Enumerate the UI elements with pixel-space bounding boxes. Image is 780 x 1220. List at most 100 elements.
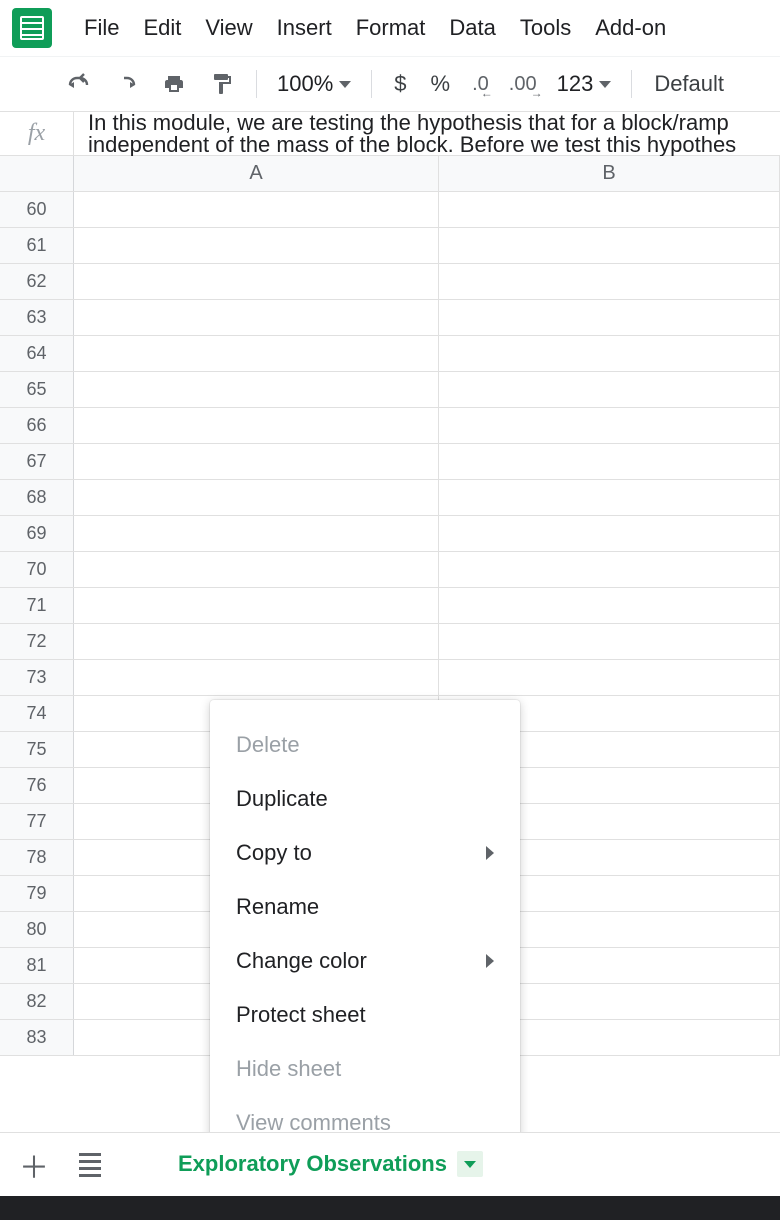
context-menu-item-change-color[interactable]: Change color <box>210 934 520 988</box>
row-header[interactable]: 60 <box>0 192 74 227</box>
cell[interactable] <box>74 660 439 695</box>
row-header[interactable]: 75 <box>0 732 74 767</box>
cell[interactable] <box>439 660 780 695</box>
menu-format[interactable]: Format <box>344 7 438 49</box>
row-header[interactable]: 69 <box>0 516 74 551</box>
toolbar-separator <box>371 70 372 98</box>
cell[interactable] <box>74 336 439 371</box>
row-header[interactable]: 70 <box>0 552 74 587</box>
context-menu-item-rename[interactable]: Rename <box>210 880 520 934</box>
context-menu-item-duplicate[interactable]: Duplicate <box>210 772 520 826</box>
row-header[interactable]: 68 <box>0 480 74 515</box>
decrease-decimal-button[interactable]: .0 ← <box>464 62 497 106</box>
select-all-corner[interactable] <box>0 156 74 191</box>
context-menu-item-view-comments: View comments <box>210 1096 520 1132</box>
table-row: 66 <box>0 408 780 444</box>
increase-decimal-button[interactable]: .00 → <box>501 62 545 106</box>
row-header[interactable]: 65 <box>0 372 74 407</box>
context-menu-item-copy-to[interactable]: Copy to <box>210 826 520 880</box>
cell[interactable] <box>439 444 780 479</box>
cell[interactable] <box>439 228 780 263</box>
table-row: 71 <box>0 588 780 624</box>
cell[interactable] <box>74 480 439 515</box>
cell[interactable] <box>74 588 439 623</box>
sheet-tab-menu-button[interactable] <box>457 1151 483 1177</box>
font-family-dropdown[interactable]: Default <box>644 71 734 97</box>
cell[interactable] <box>439 300 780 335</box>
caret-down-icon <box>339 81 351 88</box>
row-header[interactable]: 83 <box>0 1020 74 1055</box>
row-header[interactable]: 76 <box>0 768 74 803</box>
table-row: 73 <box>0 660 780 696</box>
redo-button[interactable] <box>104 62 148 106</box>
menu-insert[interactable]: Insert <box>265 7 344 49</box>
cell[interactable] <box>74 408 439 443</box>
paint-format-button[interactable] <box>200 62 244 106</box>
format-currency-button[interactable]: $ <box>384 71 416 97</box>
cell[interactable] <box>74 264 439 299</box>
more-formats-dropdown[interactable]: 123 <box>549 71 620 97</box>
undo-button[interactable] <box>56 62 100 106</box>
row-header[interactable]: 78 <box>0 840 74 875</box>
row-header[interactable]: 71 <box>0 588 74 623</box>
row-header[interactable]: 72 <box>0 624 74 659</box>
cell[interactable] <box>439 516 780 551</box>
row-header[interactable]: 74 <box>0 696 74 731</box>
row-header[interactable]: 67 <box>0 444 74 479</box>
cell[interactable] <box>74 516 439 551</box>
row-header[interactable]: 64 <box>0 336 74 371</box>
hamburger-icon <box>79 1153 101 1177</box>
cell[interactable] <box>439 588 780 623</box>
table-row: 61 <box>0 228 780 264</box>
table-row: 63 <box>0 300 780 336</box>
sheets-logo-icon[interactable] <box>12 8 52 48</box>
row-header[interactable]: 81 <box>0 948 74 983</box>
menu-edit[interactable]: Edit <box>131 7 193 49</box>
menu-file[interactable]: File <box>72 7 131 49</box>
cell[interactable] <box>74 372 439 407</box>
footer-strip <box>0 1196 780 1220</box>
row-header[interactable]: 77 <box>0 804 74 839</box>
cell[interactable] <box>439 336 780 371</box>
cell[interactable] <box>439 480 780 515</box>
cell[interactable] <box>439 408 780 443</box>
print-button[interactable] <box>152 62 196 106</box>
cell[interactable] <box>74 444 439 479</box>
column-header-A[interactable]: A <box>74 156 439 191</box>
formula-input[interactable]: In this module, we are testing the hypot… <box>74 112 780 156</box>
add-sheet-button[interactable]: ＋ <box>8 1139 60 1191</box>
context-menu-item-label: Rename <box>236 894 319 920</box>
cell[interactable] <box>74 300 439 335</box>
context-menu-item-label: Change color <box>236 948 367 974</box>
row-header[interactable]: 66 <box>0 408 74 443</box>
sheet-tabs-bar: ＋ Exploratory Observations <box>0 1132 780 1196</box>
zoom-dropdown[interactable]: 100% <box>269 71 359 97</box>
row-header[interactable]: 79 <box>0 876 74 911</box>
row-header[interactable]: 62 <box>0 264 74 299</box>
column-header-B[interactable]: B <box>439 156 780 191</box>
cell[interactable] <box>74 228 439 263</box>
menu-data[interactable]: Data <box>437 7 507 49</box>
row-header[interactable]: 63 <box>0 300 74 335</box>
cell[interactable] <box>439 264 780 299</box>
row-header[interactable]: 73 <box>0 660 74 695</box>
cell[interactable] <box>439 552 780 587</box>
menu-add-on[interactable]: Add-on <box>583 7 678 49</box>
sheet-tab-active[interactable]: Exploratory Observations <box>160 1139 501 1191</box>
row-header[interactable]: 80 <box>0 912 74 947</box>
menu-view[interactable]: View <box>193 7 264 49</box>
cell[interactable] <box>74 192 439 227</box>
cell[interactable] <box>439 192 780 227</box>
table-row: 69 <box>0 516 780 552</box>
row-header[interactable]: 82 <box>0 984 74 1019</box>
cell[interactable] <box>74 624 439 659</box>
menu-tools[interactable]: Tools <box>508 7 583 49</box>
cell[interactable] <box>74 552 439 587</box>
zoom-value: 100% <box>277 71 333 97</box>
format-percent-button[interactable]: % <box>421 71 461 97</box>
context-menu-item-protect-sheet[interactable]: Protect sheet <box>210 988 520 1042</box>
cell[interactable] <box>439 372 780 407</box>
all-sheets-button[interactable] <box>64 1139 116 1191</box>
row-header[interactable]: 61 <box>0 228 74 263</box>
cell[interactable] <box>439 624 780 659</box>
